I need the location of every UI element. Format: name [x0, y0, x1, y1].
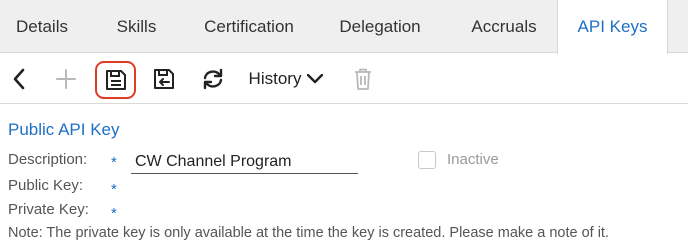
tab-delegation[interactable]: Delegation — [309, 0, 451, 53]
tab-label: Skills — [116, 16, 157, 36]
save-button[interactable] — [95, 61, 136, 99]
tab-label: Certification — [204, 16, 294, 36]
tab-label: API Keys — [577, 17, 648, 36]
history-dropdown[interactable]: History — [246, 64, 326, 94]
history-label: History — [248, 69, 302, 88]
description-label: Description: — [8, 151, 88, 168]
tab-label: Details — [16, 16, 68, 36]
private-key-label: Private Key: — [8, 201, 89, 218]
required-marker: * — [111, 154, 117, 171]
inactive-checkbox[interactable] — [418, 151, 436, 169]
trash-icon — [355, 68, 371, 90]
description-input[interactable] — [131, 150, 358, 174]
chevron-left-icon — [13, 68, 25, 90]
section-title: Public API Key — [8, 120, 120, 139]
floppy-disk-icon — [105, 70, 126, 90]
toolbar: History — [0, 54, 688, 104]
save-and-close-button[interactable] — [150, 64, 178, 94]
public-key-label: Public Key: — [8, 177, 84, 194]
required-marker: * — [111, 205, 117, 222]
tab-api-keys[interactable]: API Keys — [557, 0, 668, 54]
required-marker: * — [111, 181, 117, 198]
tab-bar: Details Skills Certification Delegation … — [0, 0, 688, 54]
delete-button[interactable] — [350, 64, 376, 94]
private-key-note: Note: The private key is only available … — [8, 225, 609, 241]
tab-details[interactable]: Details — [0, 0, 84, 53]
tab-certification[interactable]: Certification — [189, 0, 309, 53]
inactive-label: Inactive — [447, 151, 499, 168]
tab-accruals[interactable]: Accruals — [451, 0, 557, 53]
tab-skills[interactable]: Skills — [84, 0, 189, 53]
refresh-button[interactable] — [198, 64, 228, 94]
tab-label: Accruals — [471, 16, 537, 36]
refresh-icon — [203, 68, 223, 90]
chevron-down-icon — [307, 74, 324, 84]
back-button[interactable] — [6, 64, 32, 94]
add-button[interactable] — [52, 64, 80, 94]
floppy-disk-arrow-icon — [154, 69, 174, 89]
tab-label: Delegation — [339, 16, 421, 36]
plus-icon — [56, 69, 76, 89]
